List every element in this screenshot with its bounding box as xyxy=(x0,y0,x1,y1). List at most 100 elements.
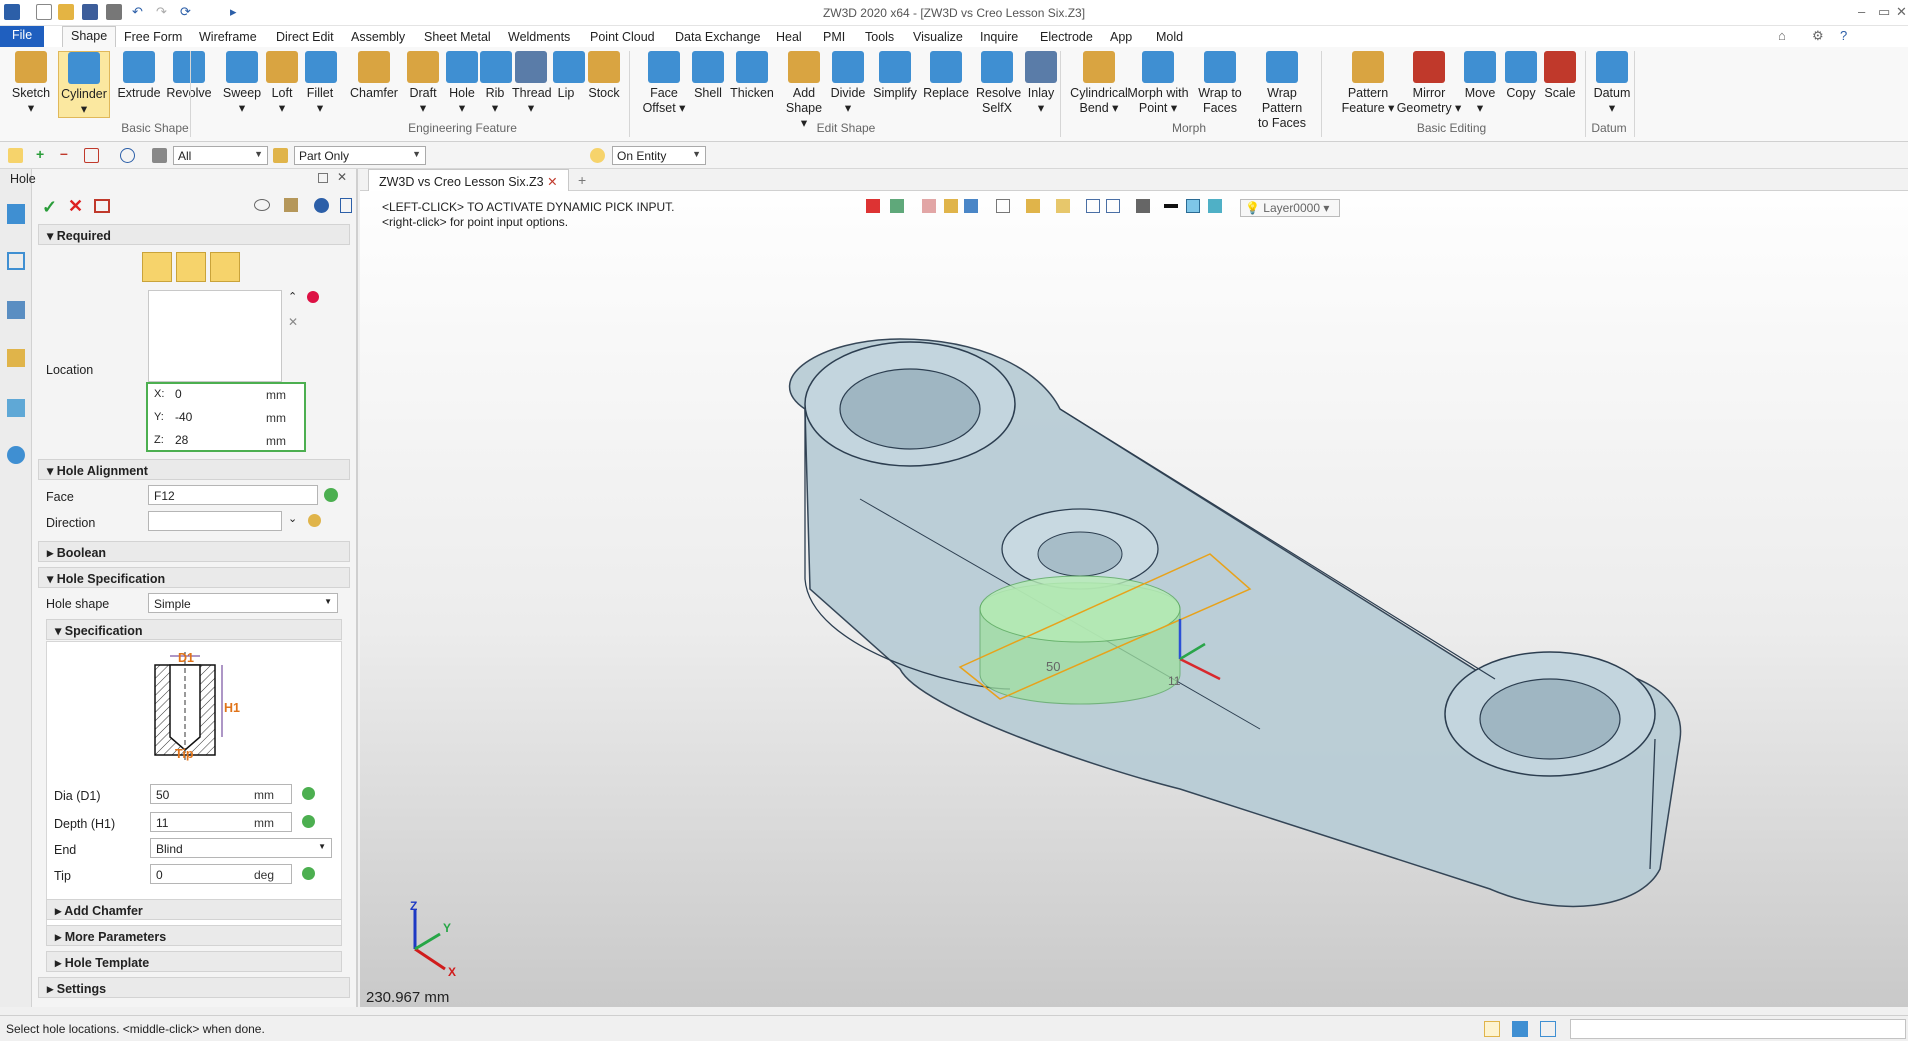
hole-shape-select[interactable]: Simple ▼ xyxy=(148,593,338,613)
maximize-icon[interactable]: ▭ xyxy=(1878,4,1890,20)
location-list[interactable] xyxy=(148,290,282,382)
hole-type-simple-icon[interactable] xyxy=(142,252,172,282)
tool-stock[interactable]: Stock xyxy=(585,51,623,101)
tool-datum[interactable]: Datum ▾ xyxy=(1592,51,1632,116)
hole-type-tapped-icon[interactable] xyxy=(210,252,240,282)
depth-pick-icon[interactable] xyxy=(302,815,315,828)
part-scope-icon[interactable] xyxy=(273,148,288,163)
pick-location-icon[interactable] xyxy=(307,291,319,303)
tool-draft[interactable]: Draft ▾ xyxy=(405,51,441,116)
layer-icon[interactable] xyxy=(1208,199,1222,213)
tool-sweep[interactable]: Sweep ▾ xyxy=(219,51,265,116)
tab-direct-edit[interactable]: Direct Edit xyxy=(276,28,334,47)
color-icon[interactable] xyxy=(1186,199,1200,213)
section-hole-alignment[interactable]: ▾ Hole Alignment xyxy=(38,459,350,480)
dia-pick-icon[interactable] xyxy=(302,787,315,800)
filter-select[interactable]: All ▼ xyxy=(173,146,268,165)
line-weight-icon[interactable] xyxy=(1164,204,1178,208)
collapse-up-icon[interactable]: ⌃ xyxy=(288,290,297,303)
tab-weldments[interactable]: Weldments xyxy=(508,28,570,47)
doc-tab-active[interactable]: ZW3D vs Creo Lesson Six.Z3 ✕ xyxy=(368,169,569,191)
status-view-icon-2[interactable] xyxy=(1512,1021,1528,1037)
section-hole-template[interactable]: ▸ Hole Template xyxy=(46,951,342,972)
section-required[interactable]: ▾ Required xyxy=(38,224,350,245)
tab-shape[interactable]: Shape xyxy=(62,26,117,48)
tool-revolve[interactable]: Revolve xyxy=(166,51,212,101)
tool-cylinder[interactable]: Cylinder ▾ xyxy=(58,51,110,118)
settings-gear-icon[interactable]: ⚙ xyxy=(1812,28,1824,44)
home-icon[interactable]: ⌂ xyxy=(1778,28,1786,43)
status-view-icon-3[interactable] xyxy=(1540,1021,1556,1037)
assembly-tree-icon[interactable] xyxy=(7,301,25,319)
add-icon[interactable]: + xyxy=(36,146,51,162)
tab-free-form[interactable]: Free Form xyxy=(124,28,182,47)
history-icon[interactable] xyxy=(7,252,25,270)
render-mode-icon[interactable] xyxy=(944,199,958,213)
command-input[interactable] xyxy=(1570,1019,1906,1039)
section-settings[interactable]: ▸ Settings xyxy=(38,977,350,998)
filter-icon[interactable] xyxy=(84,148,99,163)
tool-divide[interactable]: Divide ▾ xyxy=(827,51,869,116)
section-icon[interactable] xyxy=(1086,199,1100,213)
tool-resolve-selfx[interactable]: Resolve SelfX xyxy=(976,51,1021,116)
tool-wrap-to-faces[interactable]: Wrap to Faces xyxy=(1197,51,1243,116)
tool-cylindrical-bend[interactable]: Cylindrical Bend ▾ xyxy=(1070,51,1128,116)
tool-hole[interactable]: Hole ▾ xyxy=(446,51,478,116)
status-view-icon-1[interactable] xyxy=(1484,1021,1500,1037)
tool-lip[interactable]: Lip xyxy=(553,51,585,101)
tab-assembly[interactable]: Assembly xyxy=(351,28,405,47)
section-boolean[interactable]: ▸ Boolean xyxy=(38,541,350,562)
tab-visualize[interactable]: Visualize xyxy=(913,28,963,47)
remove-location-icon[interactable]: ✕ xyxy=(288,315,298,329)
pick-select[interactable]: On Entity ▼ xyxy=(612,146,706,165)
tab-data-exchange[interactable]: Data Exchange xyxy=(675,28,760,47)
tool-copy[interactable]: Copy xyxy=(1501,51,1541,101)
tool-mirror-geometry[interactable]: Mirror Geometry ▾ xyxy=(1395,51,1463,116)
face-field[interactable]: F12 xyxy=(148,485,318,505)
tab-tools[interactable]: Tools xyxy=(865,28,894,47)
filter-pick-icon[interactable] xyxy=(890,199,904,213)
tool-thicken[interactable]: Thicken xyxy=(728,51,776,101)
direction-pick-icon[interactable] xyxy=(308,514,321,527)
doc-tab-close-icon[interactable]: ✕ xyxy=(547,175,557,189)
file-menu[interactable]: File xyxy=(0,26,45,47)
tool-shell[interactable]: Shell xyxy=(689,51,727,101)
tool-fillet[interactable]: Fillet ▾ xyxy=(305,51,337,116)
direction-field[interactable] xyxy=(148,511,282,531)
tab-heal[interactable]: Heal xyxy=(776,28,802,47)
tab-pmi[interactable]: PMI xyxy=(823,28,845,47)
tool-scale[interactable]: Scale xyxy=(1541,51,1579,101)
tool-thread[interactable]: Thread ▾ xyxy=(512,51,552,116)
hole-type-counterbore-icon[interactable] xyxy=(176,252,206,282)
tab-inquire[interactable]: Inquire xyxy=(980,28,1018,47)
close-icon[interactable]: ✕ xyxy=(1896,4,1907,20)
feature-manager-icon[interactable] xyxy=(7,204,25,224)
tool-loft[interactable]: Loft ▾ xyxy=(265,51,299,116)
end-select[interactable]: Blind ▼ xyxy=(150,838,332,858)
layer-select[interactable]: 💡 Layer0000 ▾ xyxy=(1240,199,1340,217)
measure-icon[interactable] xyxy=(1106,199,1120,213)
remove-icon[interactable]: – xyxy=(60,145,75,161)
pick-mode-icon[interactable] xyxy=(590,148,605,163)
tab-electrode[interactable]: Electrode xyxy=(1040,28,1093,47)
tool-morph-with-point[interactable]: Morph with Point ▾ xyxy=(1127,51,1189,116)
ok-icon[interactable]: ✓ xyxy=(42,197,57,218)
tab-point-cloud[interactable]: Point Cloud xyxy=(590,28,655,47)
pin-icon[interactable] xyxy=(318,173,328,183)
graphics-viewport[interactable]: <LEFT-CLICK> TO ACTIVATE DYNAMIC PICK IN… xyxy=(360,169,1908,1007)
tool-face-offset[interactable]: Face Offset ▾ xyxy=(640,51,688,116)
view-cube-icon[interactable] xyxy=(996,199,1010,213)
tool-move[interactable]: Move ▾ xyxy=(1460,51,1500,116)
tool-pattern-feature[interactable]: Pattern Feature ▾ xyxy=(1338,51,1398,116)
tab-wireframe[interactable]: Wireframe xyxy=(199,28,257,47)
help-page-icon[interactable] xyxy=(340,198,352,213)
apply-icon[interactable] xyxy=(94,199,110,213)
pencil-icon[interactable] xyxy=(922,199,936,213)
preview-eye-icon[interactable] xyxy=(254,199,270,211)
tab-sheet-metal[interactable]: Sheet Metal xyxy=(424,28,491,47)
tool-replace[interactable]: Replace xyxy=(922,51,970,101)
info-icon[interactable] xyxy=(314,198,329,213)
view-icon[interactable] xyxy=(7,399,25,417)
tool-rib[interactable]: Rib ▾ xyxy=(480,51,512,116)
brush-icon[interactable] xyxy=(284,198,298,212)
